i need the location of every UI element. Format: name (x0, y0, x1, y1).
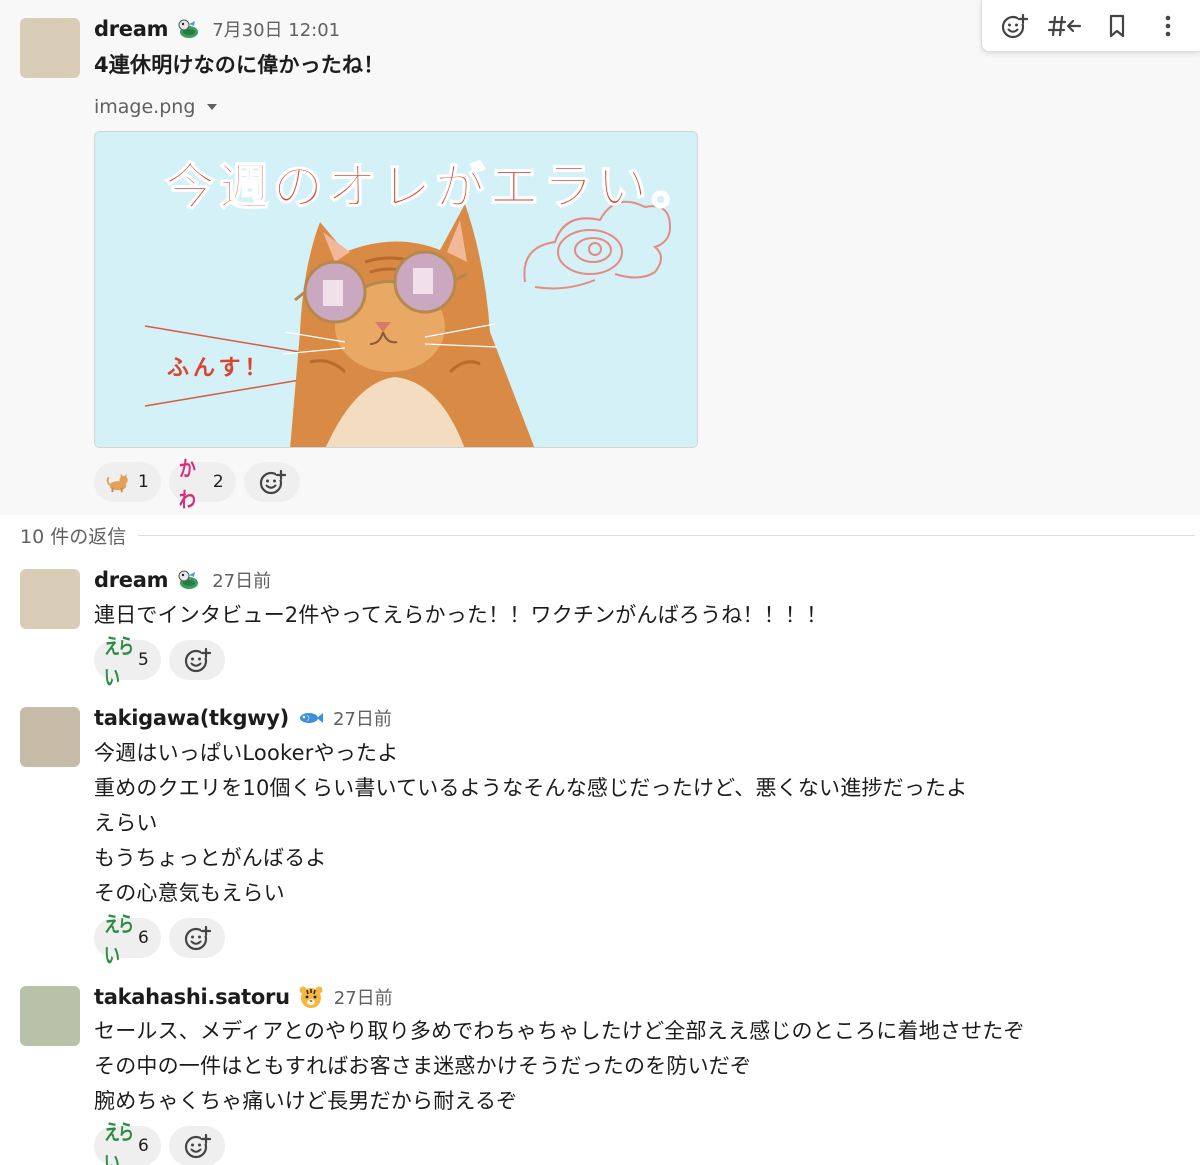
message-header: dream 7月30日 12:01 (94, 16, 340, 42)
timestamp[interactable]: 27日前 (334, 984, 393, 1010)
hash-back-icon (1048, 15, 1082, 36)
turtle-bird-icon (176, 16, 202, 42)
emoji-add-icon (184, 925, 211, 951)
message-text: 4連休明けなのに偉かったね！ (94, 53, 385, 77)
reaction-pill[interactable]: かわ 2 (168, 457, 236, 514)
reaction-count: 5 (138, 650, 149, 670)
save-bookmark-button[interactable] (1097, 6, 1137, 46)
user-avatar-photo (20, 986, 80, 1046)
turtle-bird-icon (176, 567, 202, 593)
emoji-add-icon (259, 469, 286, 495)
author-name[interactable]: takigawa(tkgwy) (94, 706, 289, 730)
user-avatar-photo (20, 707, 80, 767)
more-vertical-icon (1165, 15, 1171, 36)
erai-icon: えらい (104, 1120, 134, 1165)
message-header: dream 27日前 (94, 567, 271, 593)
message-actions-toolbar (981, 0, 1200, 52)
reply-count: 10 件の返信 (20, 526, 127, 548)
reaction-count: 1 (138, 472, 149, 492)
user-avatar-illustration (20, 569, 80, 629)
message-line: 腕めちゃくちゃ痛いけど長男だから耐えるぞ (94, 1089, 518, 1113)
cat-icon (104, 468, 132, 496)
timestamp[interactable]: 27日前 (333, 705, 392, 731)
avatar[interactable] (20, 18, 80, 78)
reaction-pill[interactable]: えらい 6 (94, 912, 161, 968)
message-text: 連日でインタビュー2件やってえらかった！！ワクチンがんばろうね！！！！ (94, 598, 827, 633)
timestamp[interactable]: 27日前 (212, 567, 271, 593)
add-reaction-button[interactable] (168, 918, 225, 958)
add-reaction-button[interactable] (243, 462, 300, 502)
message-line: その中の一件はともすればお客さま迷惑かけそうだったのを防いだぞ (94, 1054, 752, 1078)
divider-line (138, 535, 1195, 536)
message-line: 今週はいっぱいLookerやったよ (94, 741, 399, 765)
message-header: takigawa(tkgwy) 27日前 (94, 705, 392, 731)
reaction-pill[interactable]: 1 (94, 462, 161, 502)
message-text: 今週はいっぱいLookerやったよ 重めのクエリを10個くらい書いているようなそ… (94, 736, 967, 911)
avatar[interactable] (20, 569, 80, 629)
author-name[interactable]: dream (94, 568, 168, 592)
file-name-toggle[interactable]: image.png (94, 96, 218, 118)
message-line: 連日でインタビュー2件やってえらかった！！ワクチンがんばろうね！！！！ (94, 603, 828, 627)
cat-meme-image: 今週のオレがエラい。 ふんす！ (95, 132, 698, 447)
author-name[interactable]: takahashi.satoru (94, 985, 290, 1009)
bookmark-icon (1109, 14, 1124, 37)
user-avatar-illustration (20, 18, 80, 78)
image-title-text: 今週のオレがエラい。 (165, 157, 698, 216)
emoji-add-icon (1001, 13, 1028, 38)
reaction-bar: 1 かわ 2 (94, 457, 300, 514)
message-line: えらい (94, 811, 158, 835)
tiger-icon (298, 984, 324, 1010)
reaction-bar: えらい 5 (94, 634, 225, 690)
author-name[interactable]: dream (94, 17, 168, 41)
add-reaction-button[interactable] (168, 640, 225, 680)
reaction-pill[interactable]: えらい 6 (94, 1120, 161, 1165)
avatar[interactable] (20, 986, 80, 1046)
caret-down-icon (207, 104, 218, 110)
message-line: もうちょっとがんばるよ (94, 846, 327, 870)
emoji-add-icon (184, 1133, 211, 1159)
reaction-count: 6 (138, 928, 149, 948)
reply-count-divider: 10 件の返信 (20, 522, 1195, 549)
more-actions-button[interactable] (1148, 6, 1188, 46)
kawa-icon: かわ (178, 457, 196, 514)
avatar[interactable] (20, 707, 80, 767)
reaction-count: 6 (138, 1136, 149, 1156)
fish-icon (297, 705, 323, 731)
reaction-pill[interactable]: えらい 5 (94, 634, 161, 690)
erai-icon: えらい (104, 912, 134, 968)
message-line: セールス、メディアとのやり取り多めでわちゃちゃしたけど全部ええ感じのところに着地… (94, 1019, 1025, 1043)
attached-image[interactable]: 今週のオレがエラい。 ふんす！ (94, 131, 698, 448)
image-caption-text: ふんす！ (167, 355, 271, 381)
add-reaction-button[interactable] (168, 1126, 225, 1165)
reaction-bar: えらい 6 (94, 912, 225, 968)
reply-in-thread-button[interactable] (1045, 6, 1085, 46)
file-name: image.png (94, 96, 196, 118)
add-reaction-button[interactable] (994, 6, 1034, 46)
message-header: takahashi.satoru 27日前 (94, 984, 393, 1010)
message-line: 重めのクエリを10個くらい書いているようなそんな感じだったけど、悪くない進捗だっ… (94, 776, 968, 800)
timestamp[interactable]: 7月30日 12:01 (212, 16, 340, 42)
emoji-add-icon (184, 647, 211, 673)
message-line: その心意気もえらい (94, 881, 285, 905)
reaction-count: 2 (212, 472, 224, 492)
erai-icon: えらい (104, 634, 134, 690)
reaction-bar: えらい 6 (94, 1120, 225, 1165)
message-text: セールス、メディアとのやり取り多めでわちゃちゃしたけど全部ええ感じのところに着地… (94, 1014, 1025, 1119)
